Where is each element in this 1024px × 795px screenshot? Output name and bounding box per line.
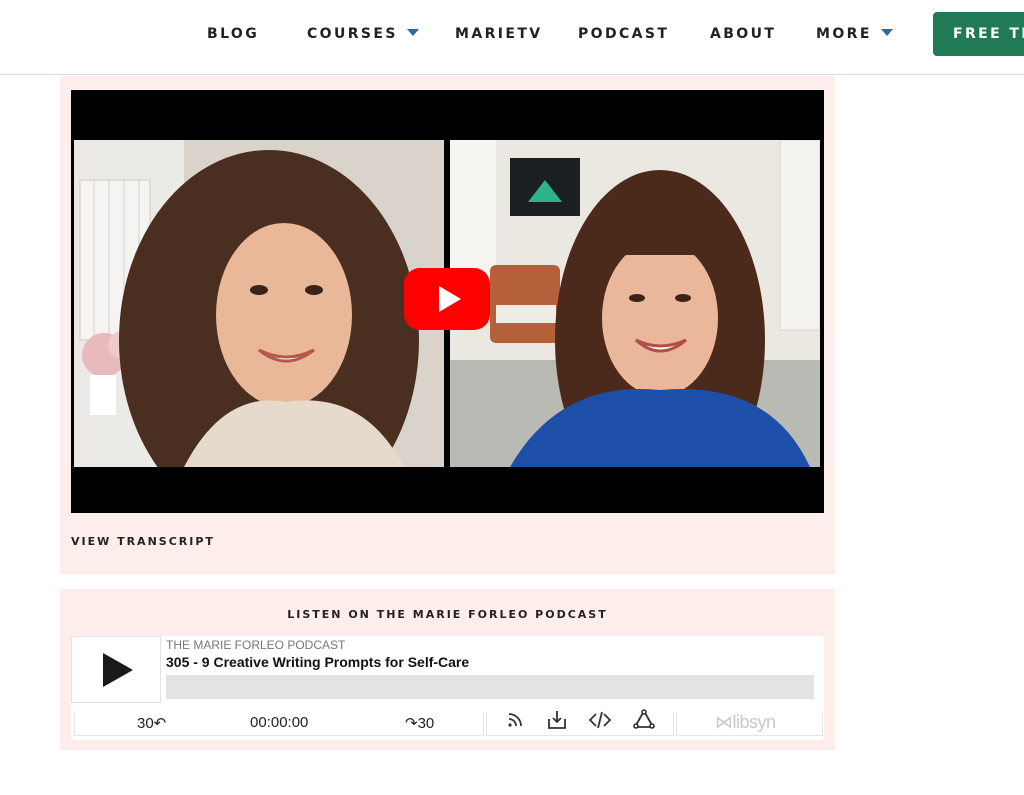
branding: ⋈libsyn [676, 712, 823, 736]
embed-icon[interactable] [588, 708, 612, 732]
guest-video-frame [450, 140, 820, 467]
nav-courses-label: COURSES [307, 26, 398, 42]
youtube-play-icon[interactable] [404, 268, 490, 330]
nav-podcast[interactable]: PODCAST [578, 26, 669, 42]
rss-icon[interactable] [503, 708, 527, 732]
video-right-participant [450, 140, 820, 467]
host-video-frame [74, 140, 444, 467]
nav-courses[interactable]: COURSES [307, 26, 419, 42]
episode-title: 305 - 9 Creative Writing Prompts for Sel… [166, 654, 470, 670]
chevron-down-icon [406, 29, 419, 36]
nav-more[interactable]: MORE [816, 26, 893, 42]
player-actions [486, 709, 674, 736]
libsyn-label: libsyn [732, 712, 777, 732]
playback-controls: 30↶ 00:00:00 ↷30 [74, 712, 484, 736]
video-left-participant [74, 140, 444, 467]
skip-forward-button[interactable]: ↷30 [405, 714, 434, 732]
video-card: VIEW TRANSCRIPT [60, 76, 835, 574]
show-name: THE MARIE FORLEO PODCAST [166, 638, 346, 652]
play-icon[interactable] [71, 636, 161, 703]
share-icon[interactable] [632, 708, 656, 732]
progress-bar[interactable] [166, 675, 814, 699]
free-training-button[interactable]: FREE TR [933, 12, 1024, 56]
podcast-card: LISTEN ON THE MARIE FORLEO PODCAST THE M… [60, 589, 835, 750]
chevron-down-icon [880, 29, 893, 36]
youtube-video-player[interactable] [71, 90, 824, 513]
nav-about[interactable]: ABOUT [710, 26, 776, 42]
nav-blog[interactable]: BLOG [207, 26, 259, 42]
libsyn-player: THE MARIE FORLEO PODCAST 305 - 9 Creativ… [71, 636, 824, 740]
current-time: 00:00:00 [250, 714, 309, 731]
podcast-heading: LISTEN ON THE MARIE FORLEO PODCAST [287, 608, 608, 621]
nav-more-label: MORE [816, 26, 872, 42]
player-controls: 30↶ 00:00:00 ↷30 ⋈libsyn [71, 709, 824, 736]
view-transcript-link[interactable]: VIEW TRANSCRIPT [71, 535, 215, 548]
site-header: BLOG COURSES MARIETV PODCAST ABOUT MORE … [0, 0, 1024, 75]
nav-marietv[interactable]: MARIETV [455, 26, 543, 42]
skip-back-button[interactable]: 30↶ [137, 714, 166, 732]
libsyn-logo[interactable]: ⋈libsyn [715, 712, 776, 733]
download-icon[interactable] [545, 708, 569, 732]
